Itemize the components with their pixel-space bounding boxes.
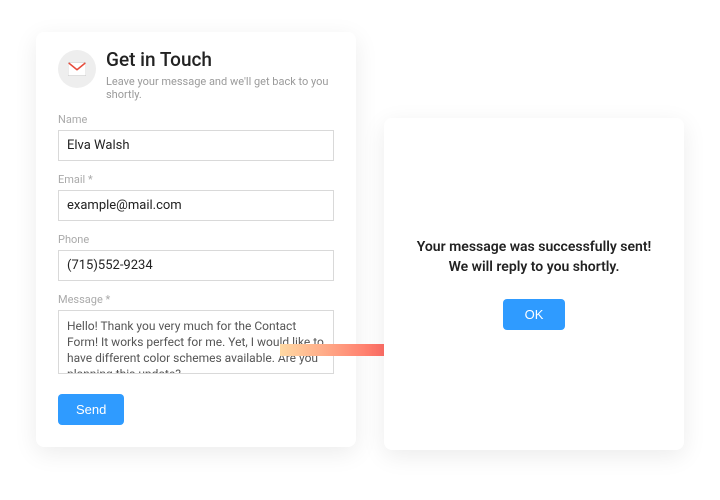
message-textarea[interactable] [58,310,334,374]
phone-label: Phone [58,233,334,246]
email-input[interactable] [58,190,334,221]
send-button[interactable]: Send [58,394,124,425]
confirmation-card: Your message was successfully sent! We w… [384,118,684,450]
contact-form-title: Get in Touch [106,50,334,71]
name-input[interactable] [58,130,334,161]
message-label: Message * [58,293,334,306]
confirmation-message: Your message was successfully sent! We w… [410,238,658,277]
ok-button[interactable]: OK [503,299,566,330]
contact-form-subtitle: Leave your message and we'll get back to… [106,75,334,101]
phone-input[interactable] [58,250,334,281]
contact-form-card: Get in Touch Leave your message and we'l… [36,32,356,447]
email-label: Email * [58,173,334,186]
mail-icon [58,50,96,88]
contact-form-header: Get in Touch Leave your message and we'l… [58,50,334,101]
name-label: Name [58,113,334,126]
